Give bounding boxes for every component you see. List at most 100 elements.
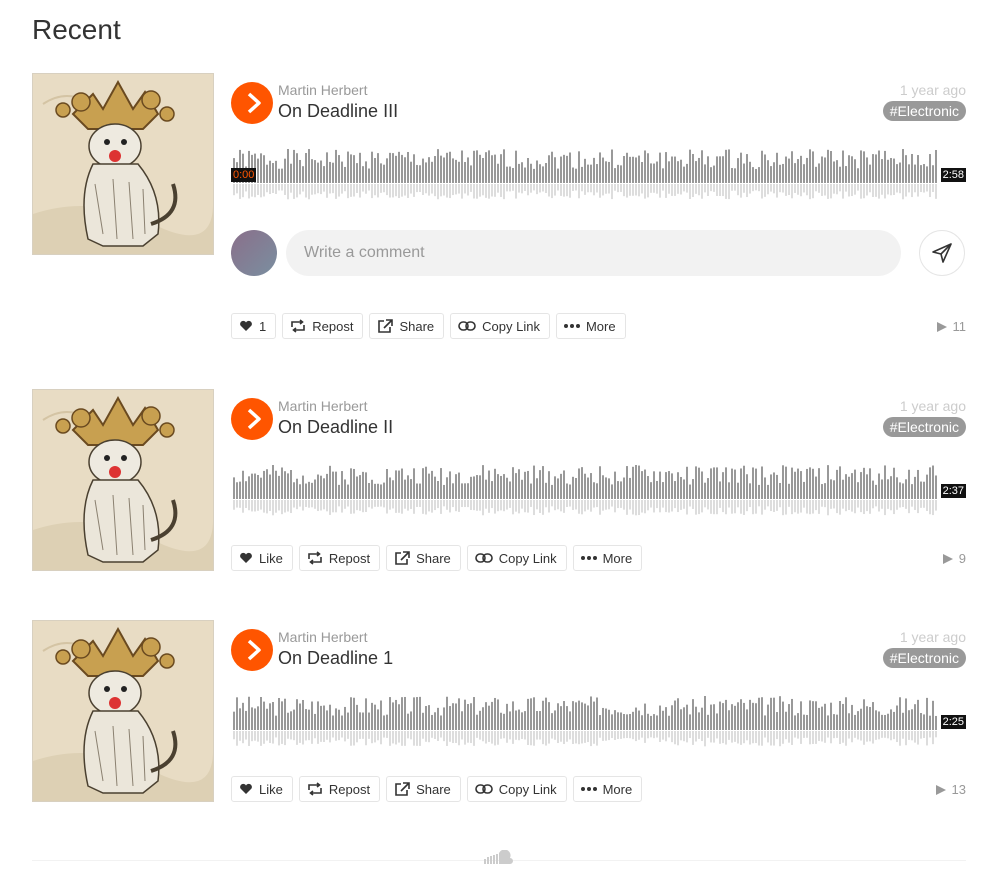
track-title[interactable]: On Deadline 1	[278, 648, 393, 669]
waveform-bar-reflection	[302, 500, 304, 511]
waveform-bar-reflection	[566, 184, 568, 197]
waveform-bar-reflection	[701, 184, 703, 199]
waveform-bar	[434, 712, 436, 730]
waveform-bar-reflection	[527, 184, 529, 196]
more-button[interactable]: More	[572, 545, 643, 571]
track-artwork[interactable]	[32, 73, 214, 255]
waveform-bar	[863, 151, 865, 183]
waveform-bar	[479, 475, 481, 499]
waveform-bar-reflection	[479, 731, 481, 740]
waveform-bar	[275, 160, 277, 183]
waveform-bar-reflection	[278, 500, 280, 511]
more-button[interactable]: More	[555, 313, 626, 339]
track-artist[interactable]: Martin Herbert	[278, 82, 367, 98]
track-time-ago: 1 year ago	[899, 82, 966, 98]
play-button[interactable]	[231, 629, 273, 671]
waveform-bar-reflection	[935, 731, 937, 738]
send-comment-button[interactable]	[919, 230, 965, 276]
track-title[interactable]: On Deadline III	[278, 101, 398, 122]
more-button[interactable]: More	[572, 776, 643, 802]
waveform-bar	[509, 711, 511, 730]
waveform-bar	[716, 156, 718, 183]
share-button[interactable]: Share	[386, 776, 461, 802]
track-actions: 1 Repost Share Copy Link More	[231, 313, 626, 339]
track-artist[interactable]: Martin Herbert	[278, 398, 367, 414]
waveform-bar	[794, 715, 796, 730]
waveform-bar	[512, 701, 514, 730]
share-button[interactable]: Share	[386, 545, 461, 571]
waveform-bar-reflection	[344, 500, 346, 509]
copy-link-button[interactable]: Copy Link	[466, 776, 567, 802]
waveform-bar	[344, 706, 346, 730]
copy-link-button[interactable]: Copy Link	[450, 313, 550, 339]
share-label: Share	[399, 318, 435, 334]
waveform-bar-reflection	[335, 500, 337, 513]
waveform-bar	[533, 697, 535, 730]
current-time-badge: 0:00	[231, 168, 257, 182]
track-title[interactable]: On Deadline II	[278, 417, 393, 438]
waveform[interactable]: 2:25	[231, 689, 966, 749]
waveform-bar	[428, 705, 430, 730]
comment-input[interactable]	[286, 230, 901, 276]
waveform-bar	[728, 149, 730, 183]
repost-button[interactable]: Repost	[282, 313, 364, 339]
track-artwork[interactable]	[32, 620, 214, 802]
waveform[interactable]: 2:37	[231, 458, 966, 518]
like-button[interactable]: Like	[231, 545, 293, 571]
waveform-bar-reflection	[290, 184, 292, 193]
genre-tag[interactable]: #Electronic	[882, 101, 966, 121]
waveform-bar-reflection	[326, 184, 328, 198]
waveform-bar-reflection	[500, 184, 502, 197]
waveform-bar-reflection	[242, 500, 244, 513]
like-button[interactable]: Like	[231, 776, 293, 802]
copy-link-button[interactable]: Copy Link	[466, 545, 567, 571]
waveform-bar-reflection	[335, 731, 337, 741]
waveform-bar	[830, 702, 832, 730]
like-button[interactable]: 1	[231, 313, 277, 339]
share-button[interactable]: Share	[369, 313, 445, 339]
waveform-bar	[263, 155, 265, 183]
waveform-bar-reflection	[914, 731, 916, 743]
waveform-bar	[698, 467, 700, 499]
waveform-bar	[290, 470, 292, 499]
waveform-bar	[359, 475, 361, 499]
genre-tag[interactable]: #Electronic	[882, 417, 966, 437]
repost-button[interactable]: Repost	[298, 776, 381, 802]
track-artwork[interactable]	[32, 389, 214, 571]
waveform-bar-reflection	[338, 731, 340, 741]
track-artist[interactable]: Martin Herbert	[278, 629, 367, 645]
waveform-bar-reflection	[821, 731, 823, 742]
waveform-bar-reflection	[260, 184, 262, 198]
waveform-bar	[695, 706, 697, 730]
waveform-bar	[722, 156, 724, 183]
waveform-bar-reflection	[410, 184, 412, 194]
repost-button[interactable]: Repost	[298, 545, 381, 571]
waveform-bar-reflection	[737, 184, 739, 196]
genre-tag[interactable]: #Electronic	[882, 648, 966, 668]
waveform-bar-reflection	[635, 731, 637, 742]
waveform-bar-reflection	[674, 500, 676, 509]
waveform-bar-reflection	[548, 731, 550, 744]
waveform-bar-reflection	[665, 500, 667, 513]
waveform-bar-reflection	[692, 500, 694, 509]
waveform-bar	[536, 711, 538, 730]
waveform-bar	[704, 696, 706, 730]
waveform-bar-reflection	[653, 731, 655, 739]
waveform-bar-reflection	[395, 184, 397, 197]
waveform-bar-reflection	[545, 731, 547, 746]
waveform-bar-reflection	[824, 500, 826, 508]
waveform-bar-reflection	[758, 184, 760, 192]
waveform-bar	[638, 155, 640, 183]
waveform[interactable]: 0:00 2:58	[231, 142, 966, 202]
waveform-bar-reflection	[902, 500, 904, 508]
waveform-bar-reflection	[644, 500, 646, 514]
play-button[interactable]	[231, 82, 273, 124]
play-button[interactable]	[231, 398, 273, 440]
waveform-bar-reflection	[662, 731, 664, 740]
waveform-bar-reflection	[542, 184, 544, 192]
waveform-bar	[509, 481, 511, 499]
waveform-bar-reflection	[263, 500, 265, 513]
waveform-bar-reflection	[443, 500, 445, 507]
waveform-bar-reflection	[866, 731, 868, 742]
waveform-bar	[797, 468, 799, 499]
